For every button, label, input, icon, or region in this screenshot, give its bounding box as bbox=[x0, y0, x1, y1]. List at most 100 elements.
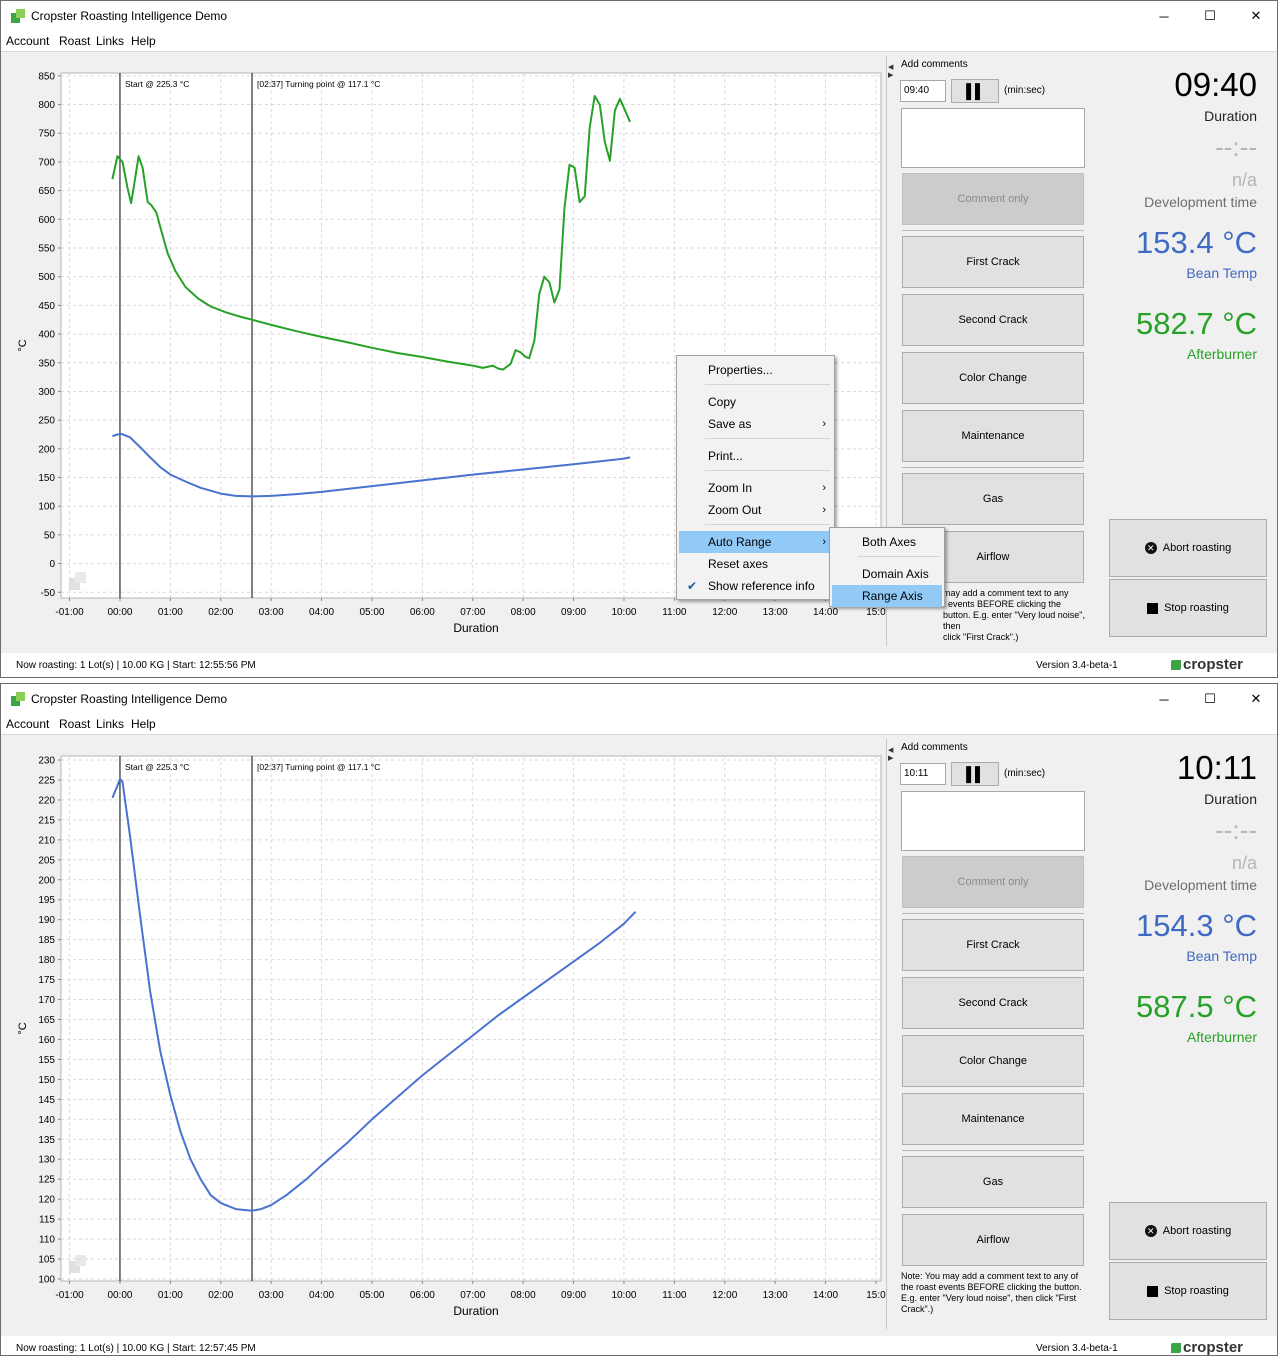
color-change-button[interactable]: Color Change bbox=[902, 1035, 1084, 1087]
submenu-item-domain-axis[interactable]: Domain Axis bbox=[832, 563, 942, 585]
cropster-logo-icon bbox=[1171, 660, 1181, 670]
menu-account[interactable]: Account bbox=[6, 717, 49, 731]
abort-roasting-button[interactable]: ✕ Abort roasting bbox=[1109, 1202, 1267, 1260]
y-tick-label: 750 bbox=[38, 129, 55, 140]
cropster-logo: cropster bbox=[1171, 656, 1243, 673]
menu-item-show-reference-info-label: Show reference info bbox=[708, 579, 815, 593]
pause-icon: ▌▌ bbox=[966, 766, 985, 782]
menu-item-save-as[interactable]: Save as › bbox=[679, 413, 832, 435]
comment-text-area[interactable] bbox=[901, 108, 1085, 168]
title-bar[interactable]: Cropster Roasting Intelligence Demo ─ ☐ … bbox=[1, 1, 1277, 31]
menu-separator bbox=[705, 384, 830, 385]
y-tick-label: 200 bbox=[38, 444, 55, 455]
checkmark-icon: ✔ bbox=[687, 579, 698, 593]
y-tick-label: 170 bbox=[38, 995, 55, 1006]
airflow-button[interactable]: Airflow bbox=[902, 1214, 1084, 1266]
menu-help[interactable]: Help bbox=[131, 34, 156, 48]
splitter-left-arrow-icon[interactable]: ◀ bbox=[888, 747, 893, 754]
splitter-right-arrow-icon[interactable]: ▶ bbox=[888, 755, 893, 762]
x-tick-label: 05:00 bbox=[359, 1290, 384, 1301]
menu-item-print[interactable]: Print... bbox=[679, 445, 832, 467]
submenu-item-range-axis[interactable]: Range Axis bbox=[832, 585, 942, 607]
submenu-item-both-axes[interactable]: Both Axes bbox=[832, 531, 942, 553]
menu-roast[interactable]: Roast bbox=[59, 717, 90, 731]
minimize-icon[interactable]: ─ bbox=[1141, 684, 1187, 714]
menu-separator bbox=[858, 556, 940, 557]
menu-item-copy[interactable]: Copy bbox=[679, 391, 832, 413]
dev-time-label: Development time bbox=[1144, 877, 1257, 893]
x-tick-label: 12:00 bbox=[712, 1290, 737, 1301]
pause-button[interactable]: ▌▌ bbox=[951, 762, 999, 786]
gas-button[interactable]: Gas bbox=[902, 1156, 1084, 1208]
gas-button[interactable]: Gas bbox=[902, 473, 1084, 525]
maximize-icon[interactable]: ☐ bbox=[1187, 684, 1233, 714]
divider bbox=[902, 467, 1084, 468]
title-bar[interactable]: Cropster Roasting Intelligence Demo ─ ☐ … bbox=[1, 684, 1277, 714]
duration-label: Duration bbox=[1204, 791, 1257, 807]
abort-roasting-button[interactable]: ✕ Abort roasting bbox=[1109, 519, 1267, 577]
version-label: Version 3.4-beta-1 bbox=[1036, 660, 1118, 671]
add-comments-label: Add comments bbox=[901, 742, 968, 753]
y-tick-label: 210 bbox=[38, 835, 55, 846]
bean-temp-label: Bean Temp bbox=[1186, 948, 1257, 964]
x-tick-label: 13:00 bbox=[763, 607, 788, 618]
menu-item-zoom-out[interactable]: Zoom Out › bbox=[679, 499, 832, 521]
stop-roasting-button[interactable]: Stop roasting bbox=[1109, 579, 1267, 637]
first-crack-button[interactable]: First Crack bbox=[902, 919, 1084, 971]
cropster-app-icon bbox=[11, 9, 25, 23]
close-icon[interactable]: ✕ bbox=[1233, 1, 1277, 31]
comment-only-button[interactable]: Comment only bbox=[902, 856, 1084, 908]
x-tick-label: 12:00 bbox=[712, 607, 737, 618]
x-tick-label: 06:00 bbox=[410, 1290, 435, 1301]
y-tick-label: 205 bbox=[38, 855, 55, 866]
main-content: 850 800 750 700 650 600 550 500 450 400 350 300 250 2… bbox=[1, 51, 1277, 653]
comment-only-button[interactable]: Comment only bbox=[902, 173, 1084, 225]
panel-splitter[interactable]: ◀ ▶ bbox=[886, 739, 894, 1329]
x-tick-label: 01:00 bbox=[158, 1290, 183, 1301]
comment-text-area[interactable] bbox=[901, 791, 1085, 851]
y-tick-label: 500 bbox=[38, 272, 55, 283]
y-tick-label: 700 bbox=[38, 157, 55, 168]
splitter-right-arrow-icon[interactable]: ▶ bbox=[888, 72, 893, 79]
splitter-left-arrow-icon[interactable]: ◀ bbox=[888, 64, 893, 71]
turning-point-marker-label: [02:37] Turning point @ 117.1 °C bbox=[257, 762, 380, 772]
menu-links[interactable]: Links bbox=[96, 717, 124, 731]
min-sec-label: (min:sec) bbox=[1004, 768, 1046, 779]
maintenance-button[interactable]: Maintenance bbox=[902, 410, 1084, 462]
menu-roast[interactable]: Roast bbox=[59, 34, 90, 48]
y-tick-label: 195 bbox=[38, 895, 55, 906]
menu-item-zoom-in[interactable]: Zoom In › bbox=[679, 477, 832, 499]
pause-button[interactable]: ▌▌ bbox=[951, 79, 999, 103]
x-tick-label: 04:00 bbox=[309, 607, 334, 618]
first-crack-button[interactable]: First Crack bbox=[902, 236, 1084, 288]
stop-roasting-button[interactable]: Stop roasting bbox=[1109, 1262, 1267, 1320]
menu-account[interactable]: Account bbox=[6, 34, 49, 48]
menu-item-auto-range[interactable]: Auto Range › bbox=[679, 531, 832, 553]
second-crack-button[interactable]: Second Crack bbox=[902, 977, 1084, 1029]
minimize-icon[interactable]: ─ bbox=[1141, 1, 1187, 31]
roast-chart[interactable]: 230 225 220 215 210 205 200 195 190 185 180 175 170 1… bbox=[1, 735, 886, 1329]
x-tick-label: 05:00 bbox=[359, 607, 384, 618]
comment-time-input[interactable]: 10:11 bbox=[900, 763, 946, 785]
menu-item-reset-axes[interactable]: Reset axes bbox=[679, 553, 832, 575]
maintenance-button[interactable]: Maintenance bbox=[902, 1093, 1084, 1145]
maximize-icon[interactable]: ☐ bbox=[1187, 1, 1233, 31]
dev-time-value: --:-- bbox=[1215, 132, 1257, 162]
y-tick-label: 165 bbox=[38, 1015, 55, 1026]
x-tick-label: 10:00 bbox=[611, 1290, 636, 1301]
menu-help[interactable]: Help bbox=[131, 717, 156, 731]
menu-links[interactable]: Links bbox=[96, 34, 124, 48]
menu-item-show-reference-info[interactable]: ✔ Show reference info bbox=[679, 575, 832, 597]
menu-separator bbox=[705, 524, 830, 525]
second-crack-button[interactable]: Second Crack bbox=[902, 294, 1084, 346]
menu-item-zoom-in-label: Zoom In bbox=[708, 481, 753, 495]
color-change-button[interactable]: Color Change bbox=[902, 352, 1084, 404]
chevron-right-icon: › bbox=[822, 536, 826, 548]
comment-time-input[interactable]: 09:40 bbox=[900, 80, 946, 102]
x-tick-label: 14:00 bbox=[813, 1290, 838, 1301]
menu-item-properties[interactable]: Properties... bbox=[679, 359, 832, 381]
y-tick-label: 130 bbox=[38, 1155, 55, 1166]
duration-value: 09:40 bbox=[1174, 66, 1257, 103]
y-tick-label: -50 bbox=[41, 588, 56, 599]
close-icon[interactable]: ✕ bbox=[1233, 684, 1277, 714]
